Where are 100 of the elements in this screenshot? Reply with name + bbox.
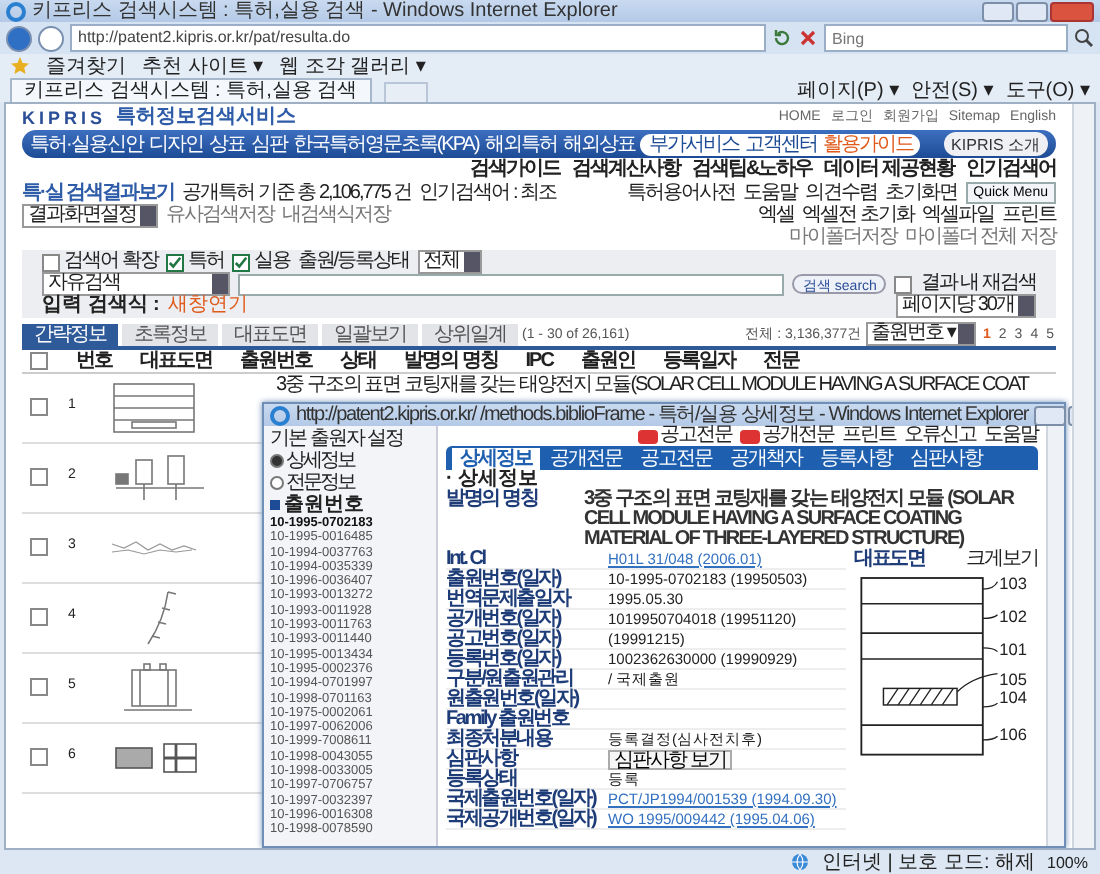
site-logo[interactable]: KIPRIS: [22, 105, 107, 129]
field-select[interactable]: 자유검색: [42, 272, 230, 296]
radio-button[interactable]: [270, 454, 284, 468]
popular-keywords[interactable]: 인기검색어 : 최조: [419, 181, 557, 203]
kipris-document-icon: [740, 429, 760, 443]
tool-link[interactable]: 도움말: [984, 426, 1038, 446]
action-link[interactable]: 프린트: [1002, 204, 1056, 226]
result-view-tab[interactable]: 간략정보: [22, 324, 118, 346]
per-page-select[interactable]: 페이지당 30개: [896, 294, 1036, 318]
zoom-level[interactable]: 100%: [1047, 851, 1088, 873]
favorites-bar-item[interactable]: 추천 사이트 ▾: [142, 55, 264, 77]
tool-link[interactable]: 특허용어사전: [627, 181, 736, 203]
panel-heading: 기본 출원자 설정: [270, 428, 406, 450]
result-view-tab[interactable]: 상위일계: [422, 324, 518, 346]
results-title: 특·실 검색결과보기: [22, 181, 175, 203]
select-all-checkbox[interactable]: [30, 352, 48, 370]
column-header: 출원번호: [240, 350, 312, 372]
save-link[interactable]: 유사검색저장: [166, 204, 274, 226]
detail-tab[interactable]: 상세정보: [452, 448, 540, 470]
address-field[interactable]: http://patent2.kipris.or.kr/pat/resulta.do: [70, 24, 766, 52]
nav-menu-item[interactable]: 특허·실용신안: [30, 133, 143, 155]
folder-link[interactable]: 마이폴더 전체 저장: [904, 226, 1056, 248]
column-header: 번호: [76, 350, 112, 372]
document-link[interactable]: 공고전문: [660, 426, 732, 446]
favorites-bar-item[interactable]: 웹 조각 갤러리 ▾: [279, 55, 426, 77]
stop-icon[interactable]: [798, 28, 818, 48]
sort-select[interactable]: 출원번호 ▾: [865, 322, 977, 346]
field-label: 발명의 명칭: [446, 490, 540, 514]
service-menu-link[interactable]: 부가서비스: [648, 133, 739, 155]
guide-link[interactable]: 검색가이드: [469, 158, 560, 180]
status-select[interactable]: 전체: [417, 250, 482, 274]
nav-menu-item[interactable]: 심판: [250, 133, 287, 155]
column-header: 상태: [340, 350, 376, 372]
maximize-button[interactable]: [1016, 1, 1048, 21]
tool-link[interactable]: 초기화면: [885, 181, 958, 203]
detail-tab[interactable]: 등록사항: [812, 448, 900, 470]
row-checkbox[interactable]: [30, 678, 48, 696]
view-settings-select[interactable]: 결과화면설정: [22, 203, 158, 227]
result-view-tab[interactable]: 초록정보: [122, 324, 218, 346]
result-view-tab[interactable]: 일괄보기: [322, 324, 418, 346]
guide-link[interactable]: 검색계산사항: [571, 158, 680, 180]
checkbox[interactable]: [42, 253, 60, 271]
enlarge-link[interactable]: 크게보기: [966, 550, 1038, 570]
search-icon[interactable]: [1074, 28, 1094, 48]
nav-menu-item[interactable]: 해외상표: [562, 133, 635, 155]
minimize-button[interactable]: [982, 1, 1014, 21]
favorites-button[interactable]: 즐겨찾기: [46, 55, 126, 77]
row-checkbox[interactable]: [30, 538, 48, 556]
service-menu-link[interactable]: 활용가이드: [822, 133, 913, 155]
query-field[interactable]: [238, 273, 785, 295]
minimize-button[interactable]: [1034, 405, 1067, 425]
nav-menu-item[interactable]: 상표: [208, 133, 245, 155]
service-menu-link[interactable]: 고객센터: [744, 133, 817, 155]
tool-link[interactable]: 의견수렴: [805, 181, 878, 203]
field-label: 국제출원번호(일자): [446, 790, 599, 810]
nav-menu-item[interactable]: 한국특허영문초록(KPA): [292, 133, 479, 155]
radio-button[interactable]: [270, 476, 284, 490]
radio-label: 상세정보: [286, 450, 354, 472]
folder-link[interactable]: 마이폴더저장: [788, 226, 897, 248]
nav-menu-item[interactable]: 해외특허: [484, 133, 557, 155]
back-button[interactable]: [6, 25, 32, 51]
nav-menu-item[interactable]: 디자인: [148, 133, 203, 155]
document-link[interactable]: 공개전문: [762, 426, 834, 446]
scrollbar[interactable]: [1072, 104, 1094, 848]
invention-title-link[interactable]: 3중 구조의 표면 코팅재를 갖는 태양전지 모듈(SOLAR CELL MODULE HAVING A SURFACE COAT: [276, 374, 1028, 396]
scrollbar[interactable]: [1046, 426, 1064, 846]
row-checkbox[interactable]: [30, 748, 48, 766]
detail-tab[interactable]: 공개전문: [542, 448, 630, 470]
guide-link[interactable]: 검색팁&노하우: [691, 158, 813, 180]
field-label: 국제공개번호(일자): [446, 810, 599, 830]
command-bar-menu[interactable]: 도구(O) ▾: [1005, 79, 1090, 101]
guide-link[interactable]: 데이터 제공현황: [824, 158, 954, 180]
detail-tab[interactable]: 공개책자: [722, 448, 810, 470]
checkbox-label: 검색어 확장: [64, 252, 158, 272]
forward-button[interactable]: [38, 25, 64, 51]
detail-tab[interactable]: 심판사항: [902, 448, 990, 470]
guide-link[interactable]: 인기검색어: [966, 158, 1056, 180]
tool-link[interactable]: 프린트: [842, 426, 896, 446]
close-button[interactable]: [1050, 1, 1094, 21]
refresh-icon[interactable]: [772, 28, 792, 48]
about-button[interactable]: KIPRIS 소개: [943, 132, 1048, 156]
row-checkbox[interactable]: [30, 468, 48, 486]
action-link[interactable]: 엑셀파일: [922, 204, 994, 226]
checkbox[interactable]: [894, 275, 913, 293]
row-checkbox[interactable]: [30, 398, 48, 416]
tool-link[interactable]: 도움말: [743, 181, 798, 203]
action-link[interactable]: 엑셀: [758, 204, 795, 226]
browser-tab[interactable]: 키프리스 검색시스템 : 특허,실용 검색: [10, 78, 372, 102]
command-bar-menu[interactable]: 안전(S) ▾: [911, 79, 994, 101]
tool-link[interactable]: 오류신고: [904, 426, 976, 446]
checkbox[interactable]: [231, 253, 250, 271]
result-view-tab[interactable]: 대표도면: [222, 324, 318, 346]
save-link[interactable]: 내검색식저장: [282, 204, 390, 226]
detail-tab[interactable]: 공고전문: [632, 448, 720, 470]
command-bar-menu[interactable]: 페이지(P) ▾: [796, 79, 900, 101]
checkbox[interactable]: [165, 253, 184, 271]
view-appeal-button[interactable]: 심판사항 보기: [608, 750, 732, 770]
action-link[interactable]: 엑셀전 초기화: [802, 204, 914, 226]
browser-logo-icon: [270, 405, 290, 425]
row-checkbox[interactable]: [30, 608, 48, 626]
